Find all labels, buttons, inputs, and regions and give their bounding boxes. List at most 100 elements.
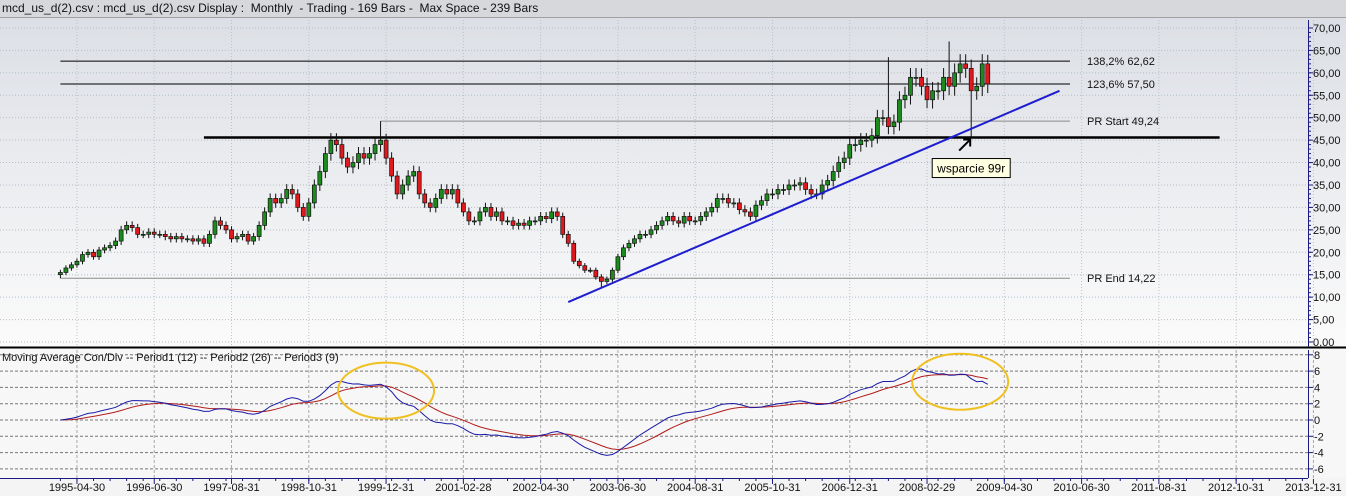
date-label: 1999-12-31 xyxy=(358,482,414,494)
candle-down xyxy=(808,189,814,195)
date-label: 1996-06-30 xyxy=(126,482,182,494)
candle-up xyxy=(63,267,69,273)
candle-up xyxy=(847,144,853,159)
candle-up xyxy=(610,269,615,280)
date-label: 2008-02-29 xyxy=(899,482,955,494)
candle-down xyxy=(273,198,279,204)
date-label: 1998-10-31 xyxy=(281,482,337,494)
candle-down xyxy=(168,236,174,240)
candle-up xyxy=(256,225,262,237)
price-tick-label: 5,00 xyxy=(1313,315,1334,327)
price-tick-label: 30,00 xyxy=(1313,202,1341,214)
candle-up xyxy=(240,233,245,237)
price-tick-label: 20,00 xyxy=(1313,247,1341,259)
date-label: 1995-04-30 xyxy=(49,482,105,494)
candle-up xyxy=(875,117,880,136)
date-label: 2010-06-30 xyxy=(1053,482,1109,494)
candle-up xyxy=(400,184,405,195)
candle-up xyxy=(703,211,709,217)
candle-down xyxy=(985,63,991,85)
candle-down xyxy=(461,202,466,213)
candle-up xyxy=(483,207,488,213)
candle-up xyxy=(69,264,74,269)
candle-down xyxy=(135,227,141,235)
candle-down xyxy=(416,171,422,195)
candle-up xyxy=(372,144,378,154)
candle-up xyxy=(549,211,555,219)
candle-up xyxy=(731,202,737,205)
candle-down xyxy=(300,207,306,217)
candle-up xyxy=(659,220,665,226)
candle-down xyxy=(565,233,571,244)
candle-up xyxy=(505,220,510,223)
candle-down xyxy=(670,216,676,222)
candle-down xyxy=(554,211,560,217)
candle-down xyxy=(803,182,808,190)
candle-up xyxy=(648,229,654,235)
candle-up xyxy=(58,272,63,276)
candle-up xyxy=(858,139,864,145)
candle-up xyxy=(85,251,91,255)
candle-up xyxy=(157,233,163,236)
candle-up xyxy=(979,63,985,87)
candle-down xyxy=(946,76,952,87)
candle-up xyxy=(759,200,764,206)
candle-up xyxy=(709,207,715,213)
candle-up xyxy=(681,216,687,224)
candle-up xyxy=(532,220,538,223)
candle-up xyxy=(615,256,621,271)
candle-down xyxy=(676,220,681,224)
candle-up xyxy=(770,193,775,196)
chart-canvas[interactable]: 138,2% 62,62 123,6% 57,50 PR Start 49,24 PR… xyxy=(0,0,1346,496)
candle-down xyxy=(725,198,731,204)
date-label: 2004-08-31 xyxy=(667,482,723,494)
candle-up xyxy=(367,153,372,159)
candle-down xyxy=(593,269,599,278)
candle-up xyxy=(941,76,946,92)
macd-title: Moving Average Con/Div -- Period1 (12) -… xyxy=(2,352,339,364)
price-tick-label: 10,00 xyxy=(1313,292,1341,304)
candle-up xyxy=(306,202,312,217)
price-tick-label: 65,00 xyxy=(1313,45,1341,57)
macd-tick-label: 6 xyxy=(1314,366,1320,378)
candle-down xyxy=(444,189,450,195)
candle-up xyxy=(113,240,118,246)
candle-up xyxy=(74,260,80,266)
candle-up xyxy=(869,135,875,141)
candle-down xyxy=(510,220,516,226)
candle-up xyxy=(311,184,317,204)
candle-up xyxy=(323,153,328,172)
fib-level-label: PR Start 49,24 xyxy=(1087,116,1159,128)
candle-up xyxy=(781,189,786,191)
candle-up xyxy=(621,247,626,258)
candle-up xyxy=(952,72,957,87)
candle-up xyxy=(587,269,593,272)
candle-up xyxy=(234,236,240,240)
candle-down xyxy=(245,233,251,242)
candle-up xyxy=(185,238,190,241)
candle-up xyxy=(830,171,836,181)
candle-down xyxy=(151,231,157,235)
candle-up xyxy=(775,189,781,195)
candle-down xyxy=(737,202,742,211)
fib-level-label: 123,6% 57,50 xyxy=(1087,79,1155,91)
date-label: 2013-12-31 xyxy=(1285,482,1341,494)
candle-up xyxy=(891,121,897,128)
macd-tick-label: -4 xyxy=(1314,448,1324,460)
candle-up xyxy=(698,216,704,222)
candle-down xyxy=(488,207,494,217)
candle-down xyxy=(389,157,394,177)
macd-tick-label: 0 xyxy=(1314,415,1320,427)
candle-up xyxy=(692,220,698,223)
candle-down xyxy=(201,238,207,244)
candle-up xyxy=(196,238,201,242)
candle-down xyxy=(361,153,367,159)
candle-up xyxy=(792,184,797,187)
candle-down xyxy=(968,68,974,92)
candle-down xyxy=(91,251,96,258)
candle-down xyxy=(394,175,400,195)
candle-down xyxy=(521,222,527,226)
candle-up xyxy=(411,171,417,177)
candle-up xyxy=(516,222,521,226)
candle-up xyxy=(825,180,831,186)
